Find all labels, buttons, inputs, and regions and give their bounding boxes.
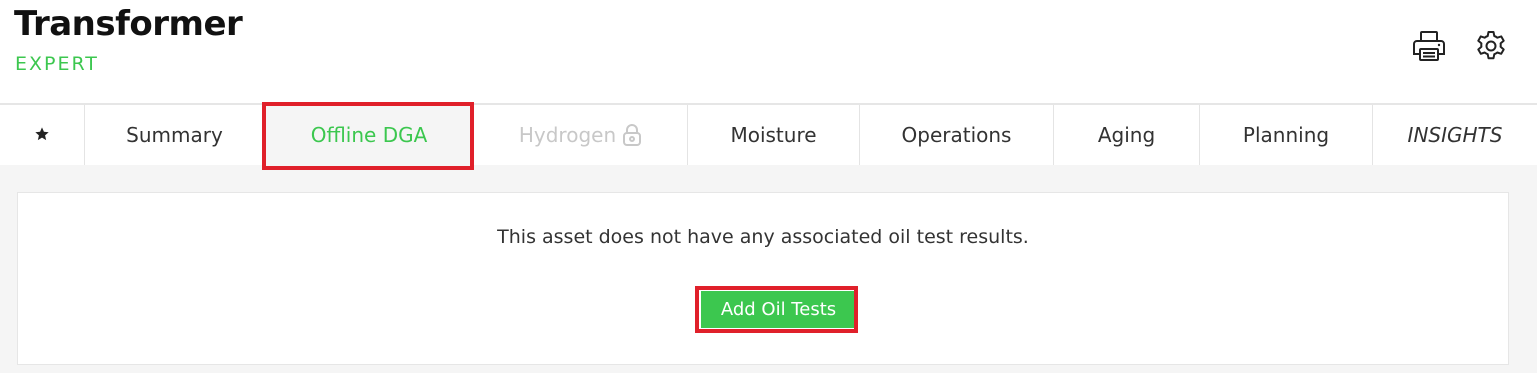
tab-offline-dga[interactable]: Offline DGA <box>264 105 473 165</box>
tab-planning-label: Planning <box>1242 123 1330 147</box>
tab-planning[interactable]: Planning <box>1199 105 1372 165</box>
tab-summary-label: Summary <box>126 123 223 147</box>
empty-state-message: This asset does not have any associated … <box>497 226 1029 248</box>
tab-offline-dga-label: Offline DGA <box>310 123 428 147</box>
page-subtitle: EXPERT <box>15 53 99 75</box>
print-icon[interactable] <box>1409 26 1449 66</box>
empty-state-card: This asset does not have any associated … <box>17 192 1509 365</box>
lock-icon <box>622 123 642 147</box>
star-icon <box>34 123 50 147</box>
tab-moisture[interactable]: Moisture <box>687 105 859 165</box>
page-header: Transformer EXPERT <box>0 0 1537 103</box>
tab-summary[interactable]: Summary <box>84 105 264 165</box>
tab-operations-label: Operations <box>901 123 1012 147</box>
gear-icon[interactable] <box>1471 26 1511 66</box>
tab-operations[interactable]: Operations <box>859 105 1053 165</box>
page-title: Transformer <box>14 4 243 44</box>
tab-hydrogen-label: Hydrogen <box>518 123 617 147</box>
tab-moisture-label: Moisture <box>730 123 817 147</box>
main-content: This asset does not have any associated … <box>0 165 1537 373</box>
tab-aging-label: Aging <box>1097 123 1156 147</box>
tab-insights[interactable]: INSIGHTS <box>1372 105 1537 165</box>
tab-insights-label: INSIGHTS <box>1407 123 1503 147</box>
tab-bar: Summary Offline DGA Hydrogen Moisture Op… <box>0 103 1537 165</box>
tab-favorites[interactable] <box>0 105 84 165</box>
add-oil-tests-button[interactable]: Add Oil Tests <box>701 291 856 328</box>
tab-aging[interactable]: Aging <box>1053 105 1199 165</box>
tab-hydrogen: Hydrogen <box>473 105 687 165</box>
